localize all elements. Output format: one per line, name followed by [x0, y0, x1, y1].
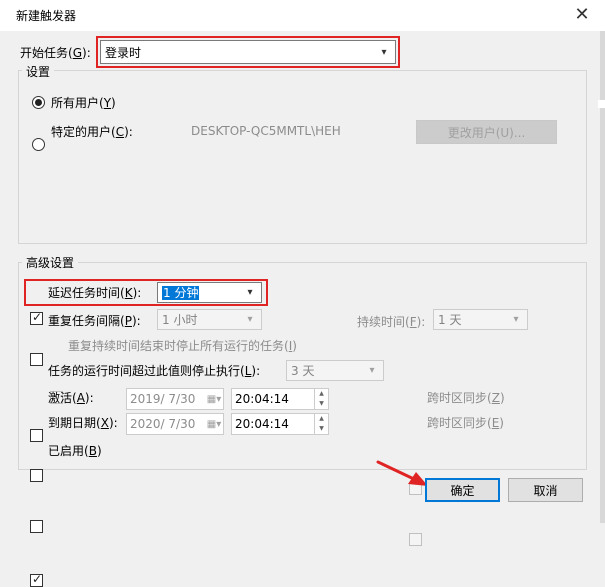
close-button[interactable]: ✕ — [566, 2, 598, 28]
specific-user-label: 特定的用户(C): — [51, 125, 133, 139]
duration-select[interactable]: 1 天 ▾ — [433, 309, 528, 330]
activate-time-input[interactable]: 20:04:14 ▲ ▼ — [231, 388, 329, 410]
change-user-button[interactable]: 更改用户(U)... — [416, 120, 557, 144]
specific-user-radio[interactable] — [32, 138, 45, 151]
stop-if-longer-checkbox[interactable] — [30, 429, 43, 442]
all-users-label: 所有用户(Y) — [51, 96, 116, 110]
repeat-select[interactable]: 1 小时 ▾ — [157, 309, 262, 330]
calendar-icon: ▦▾ — [206, 393, 222, 405]
stop-all-label: 重复持续时间结束时停止所有运行的任务(I) — [68, 339, 297, 353]
chevron-down-icon: ▾ — [513, 314, 519, 325]
enabled-checkbox[interactable] — [30, 572, 43, 587]
expire-sync-label: 跨时区同步(E) — [427, 416, 504, 430]
activate-date-picker[interactable]: 2019/ 7/30 ▦▾ — [126, 388, 224, 410]
advanced-legend: 高级设置 — [22, 254, 79, 271]
chevron-down-icon: ▾ — [369, 365, 375, 376]
repeat-label: 重复任务间隔(P): — [48, 314, 141, 328]
delay-label: 延迟任务时间(K): — [48, 286, 142, 300]
all-users-radio[interactable] — [32, 96, 45, 109]
chevron-down-icon: ▾ — [247, 287, 253, 298]
begin-task-label: 开始任务(G): — [20, 46, 91, 60]
cancel-button[interactable]: 取消 — [508, 478, 583, 502]
spin-arrows-icon[interactable]: ▲ ▼ — [314, 389, 328, 409]
duration-label: 持续时间(F): — [357, 315, 426, 329]
enabled-label: 已启用(B) — [48, 444, 102, 458]
expire-checkbox[interactable] — [30, 520, 43, 533]
stop-if-longer-label: 任务的运行时间超过此值则停止执行(L): — [48, 364, 261, 378]
expire-label: 到期日期(X): — [48, 416, 118, 430]
chevron-down-icon: ▾ — [381, 46, 387, 58]
user-name-text: DESKTOP-QC5MMTL\HEH — [191, 124, 341, 138]
calendar-icon: ▦▾ — [206, 418, 222, 430]
expire-sync-checkbox[interactable] — [409, 533, 422, 546]
activate-sync-label: 跨时区同步(Z) — [427, 391, 505, 405]
spin-arrows-icon[interactable]: ▲ ▼ — [314, 414, 328, 434]
dialog-title: 新建触发器 — [16, 9, 77, 23]
window-edge-strip — [598, 100, 605, 108]
repeat-checkbox[interactable] — [30, 353, 43, 366]
activate-checkbox[interactable] — [30, 469, 43, 482]
delay-checkbox[interactable] — [30, 310, 43, 325]
activate-label: 激活(A): — [48, 391, 94, 405]
chevron-down-icon: ▾ — [247, 314, 253, 325]
expire-time-input[interactable]: 20:04:14 ▲ ▼ — [231, 413, 329, 435]
settings-legend: 设置 — [22, 63, 55, 80]
expire-date-picker[interactable]: 2020/ 7/30 ▦▾ — [126, 413, 224, 435]
begin-task-select[interactable]: 登录时 ▾ — [100, 40, 396, 64]
close-icon: ✕ — [574, 4, 590, 25]
title-bar — [0, 0, 605, 31]
ok-button[interactable]: 确定 — [425, 478, 500, 502]
delay-select[interactable]: 1 分钟 ▾ — [157, 282, 262, 303]
stop-if-longer-select[interactable]: 3 天 ▾ — [286, 360, 384, 381]
